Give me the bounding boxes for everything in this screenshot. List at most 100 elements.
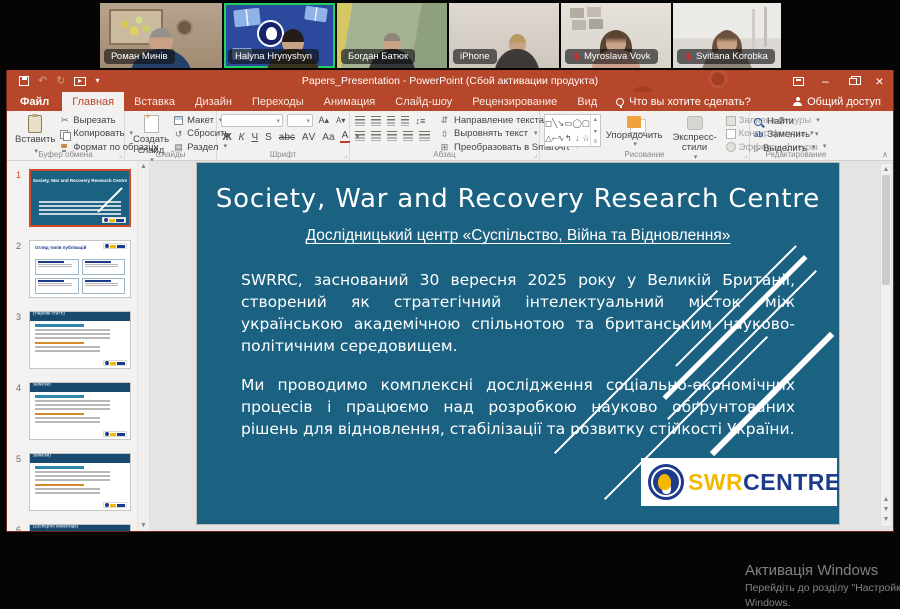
- align-center-icon[interactable]: [371, 131, 381, 141]
- save-icon[interactable]: [19, 76, 29, 86]
- participant-tile[interactable]: Богдан Батюк: [337, 3, 447, 68]
- arrange-button[interactable]: Упорядочить▾: [601, 114, 668, 149]
- start-slideshow-icon[interactable]: [74, 77, 86, 86]
- tab-вставка[interactable]: Вставка: [124, 92, 185, 111]
- restore-button[interactable]: [839, 70, 866, 92]
- thumb-logo: [102, 217, 126, 223]
- char-spacing-button[interactable]: АV: [300, 132, 316, 143]
- tab-файл[interactable]: Файл: [7, 92, 62, 111]
- tab-главная[interactable]: Главная: [62, 92, 124, 111]
- next-slide-icon[interactable]: ▼: [883, 506, 890, 513]
- slide-title: Society, War and Recovery Research Centr…: [197, 184, 839, 214]
- drawing-dialog-launcher[interactable]: ⌟: [744, 151, 747, 159]
- numbering-icon[interactable]: [371, 116, 381, 126]
- italic-button[interactable]: К: [237, 132, 246, 143]
- clipboard-dialog-launcher[interactable]: ⌟: [119, 151, 122, 159]
- participant-name-text: Богдан Батюк: [348, 52, 408, 62]
- shape-icon[interactable]: ▢: [582, 119, 590, 128]
- scrollbar-thumb[interactable]: [882, 175, 890, 285]
- font-group: ▾ ▾ А▴ А▾ ЖКЧSabcАVАаА▾ Шрифт ⌟: [217, 111, 350, 160]
- participant-tile[interactable]: Halyna Hrynyshyn: [224, 3, 335, 68]
- collapse-ribbon-icon[interactable]: ∧: [882, 150, 888, 159]
- tell-me-box[interactable]: Что вы хотите сделать?: [607, 92, 760, 111]
- thumbnail-number: 4: [16, 383, 21, 393]
- text-shadow-button[interactable]: S: [264, 132, 274, 143]
- scroll-up-icon[interactable]: ▲: [883, 166, 890, 173]
- previous-slide-icon[interactable]: ▲: [883, 496, 890, 503]
- slide-paragraph-1: SWRRC, заснований 30 вересня 2025 року у…: [241, 269, 795, 357]
- slide-thumbnail-4[interactable]: Policy Briefs (Політичні записки): [29, 382, 131, 440]
- redo-icon[interactable]: ↻: [56, 76, 65, 87]
- shape-icon[interactable]: ∿: [557, 134, 564, 143]
- participant-tile[interactable]: Роман Минів: [100, 3, 222, 68]
- ribbon-tabs: ФайлГлавнаяВставкаДизайнПереходыАнимация…: [7, 92, 607, 111]
- logo-swr-text: SWR: [688, 469, 743, 495]
- bullets-icon[interactable]: [355, 116, 365, 126]
- font-dialog-launcher[interactable]: ⌟: [344, 151, 347, 159]
- slide-thumbnail-6[interactable]: Commentary (Експертні коментарі): [29, 524, 131, 531]
- tab-вид[interactable]: Вид: [567, 92, 607, 111]
- tab-дизайн[interactable]: Дизайн: [185, 92, 242, 111]
- shape-gallery[interactable]: ◻╲↘▭◯▢△⌐∿↰↓☆ ▴▾≡: [544, 114, 601, 147]
- layout-icon: [173, 115, 184, 126]
- ribbon-display-options-button[interactable]: [785, 70, 812, 92]
- tab-анимация[interactable]: Анимация: [314, 92, 386, 111]
- minimize-button[interactable]: –: [812, 70, 839, 92]
- font-size-select[interactable]: ▾: [287, 114, 313, 127]
- font-name-select[interactable]: ▾: [221, 114, 283, 127]
- change-case-button[interactable]: Аа: [321, 132, 336, 143]
- underline-button[interactable]: Ч: [250, 132, 260, 143]
- shape-icon[interactable]: ↓: [575, 134, 579, 143]
- slide-thumbnail-2[interactable]: Огляд типів публікацій: [29, 240, 131, 298]
- columns-icon[interactable]: [419, 131, 430, 141]
- slide-thumbnail-3[interactable]: Research Papers (Наукові статті): [29, 311, 131, 369]
- strikethrough-button[interactable]: abc: [277, 132, 296, 143]
- increase-indent-icon[interactable]: [401, 116, 409, 126]
- shape-icon[interactable]: △: [545, 134, 552, 143]
- font-color-button[interactable]: А: [340, 131, 350, 143]
- participant-tile[interactable]: Myroslava Vovk: [561, 3, 671, 68]
- find-button[interactable]: Найти: [754, 116, 819, 127]
- shape-icon[interactable]: ◯: [572, 119, 582, 128]
- increase-font-icon[interactable]: А▴: [317, 115, 331, 126]
- watermark-line2: Перейдіть до розділу "Настройки", щоб: [745, 582, 900, 594]
- thumb-logo: [103, 502, 127, 508]
- shape-icon[interactable]: ↘: [557, 119, 564, 128]
- thumbnail-scrollbar[interactable]: ▲▼: [137, 161, 150, 531]
- shape-icon[interactable]: ▭: [564, 119, 572, 128]
- windows-activation-watermark: Активація Windows Перейдіть до розділу "…: [745, 562, 900, 609]
- paragraph-dialog-launcher[interactable]: ⌟: [534, 151, 537, 159]
- participant-tile[interactable]: iPhone: [449, 3, 559, 68]
- align-left-icon[interactable]: [355, 131, 365, 141]
- ribbon: Вставить▾ ✂Вырезать Копировать▾ Формат п…: [7, 111, 893, 161]
- participant-tile[interactable]: Svitlana Korobka: [673, 3, 781, 68]
- decrease-font-icon[interactable]: А▾: [335, 116, 347, 125]
- mic-muted-icon: [572, 52, 581, 61]
- scroll-down-icon[interactable]: ▼: [883, 516, 890, 523]
- shape-icon[interactable]: ☆: [582, 134, 590, 143]
- close-button[interactable]: ×: [866, 70, 893, 92]
- undo-icon[interactable]: ↶: [38, 76, 47, 87]
- justify-icon[interactable]: [403, 131, 413, 141]
- shape-gallery-scroll[interactable]: ▴▾≡: [590, 115, 600, 146]
- participant-video: [494, 34, 540, 68]
- tab-слайд-шоу[interactable]: Слайд-шоу: [385, 92, 462, 111]
- thumb-title-text: Research Papers (Наукові статті): [33, 312, 82, 317]
- shape-icon[interactable]: ◻: [545, 119, 552, 128]
- slide-thumbnail-panel[interactable]: 1Society, War and Recovery Research Cent…: [7, 161, 137, 531]
- bold-button[interactable]: Ж: [221, 132, 233, 143]
- paste-icon: [28, 115, 42, 133]
- slide-thumbnail-5[interactable]: Insights (Аналітичні записки): [29, 453, 131, 511]
- slide-thumbnail-1[interactable]: Society, War and Recovery Research Centr…: [29, 169, 131, 227]
- vertical-scrollbar[interactable]: ▲ ▲ ▼ ▼: [880, 163, 892, 527]
- replace-button[interactable]: abЗаменить▾: [754, 129, 819, 140]
- shape-icon[interactable]: ↰: [565, 134, 572, 143]
- customize-qat-icon[interactable]: ▾: [95, 77, 99, 85]
- slide-canvas[interactable]: Society, War and Recovery Research Centr…: [197, 163, 839, 524]
- line-spacing-icon[interactable]: ↕≡: [414, 116, 427, 126]
- tab-переходы[interactable]: Переходы: [242, 92, 314, 111]
- align-right-icon[interactable]: [387, 131, 397, 141]
- decrease-indent-icon[interactable]: [387, 116, 395, 126]
- tab-рецензирование[interactable]: Рецензирование: [462, 92, 567, 111]
- share-button[interactable]: Общий доступ: [781, 92, 893, 111]
